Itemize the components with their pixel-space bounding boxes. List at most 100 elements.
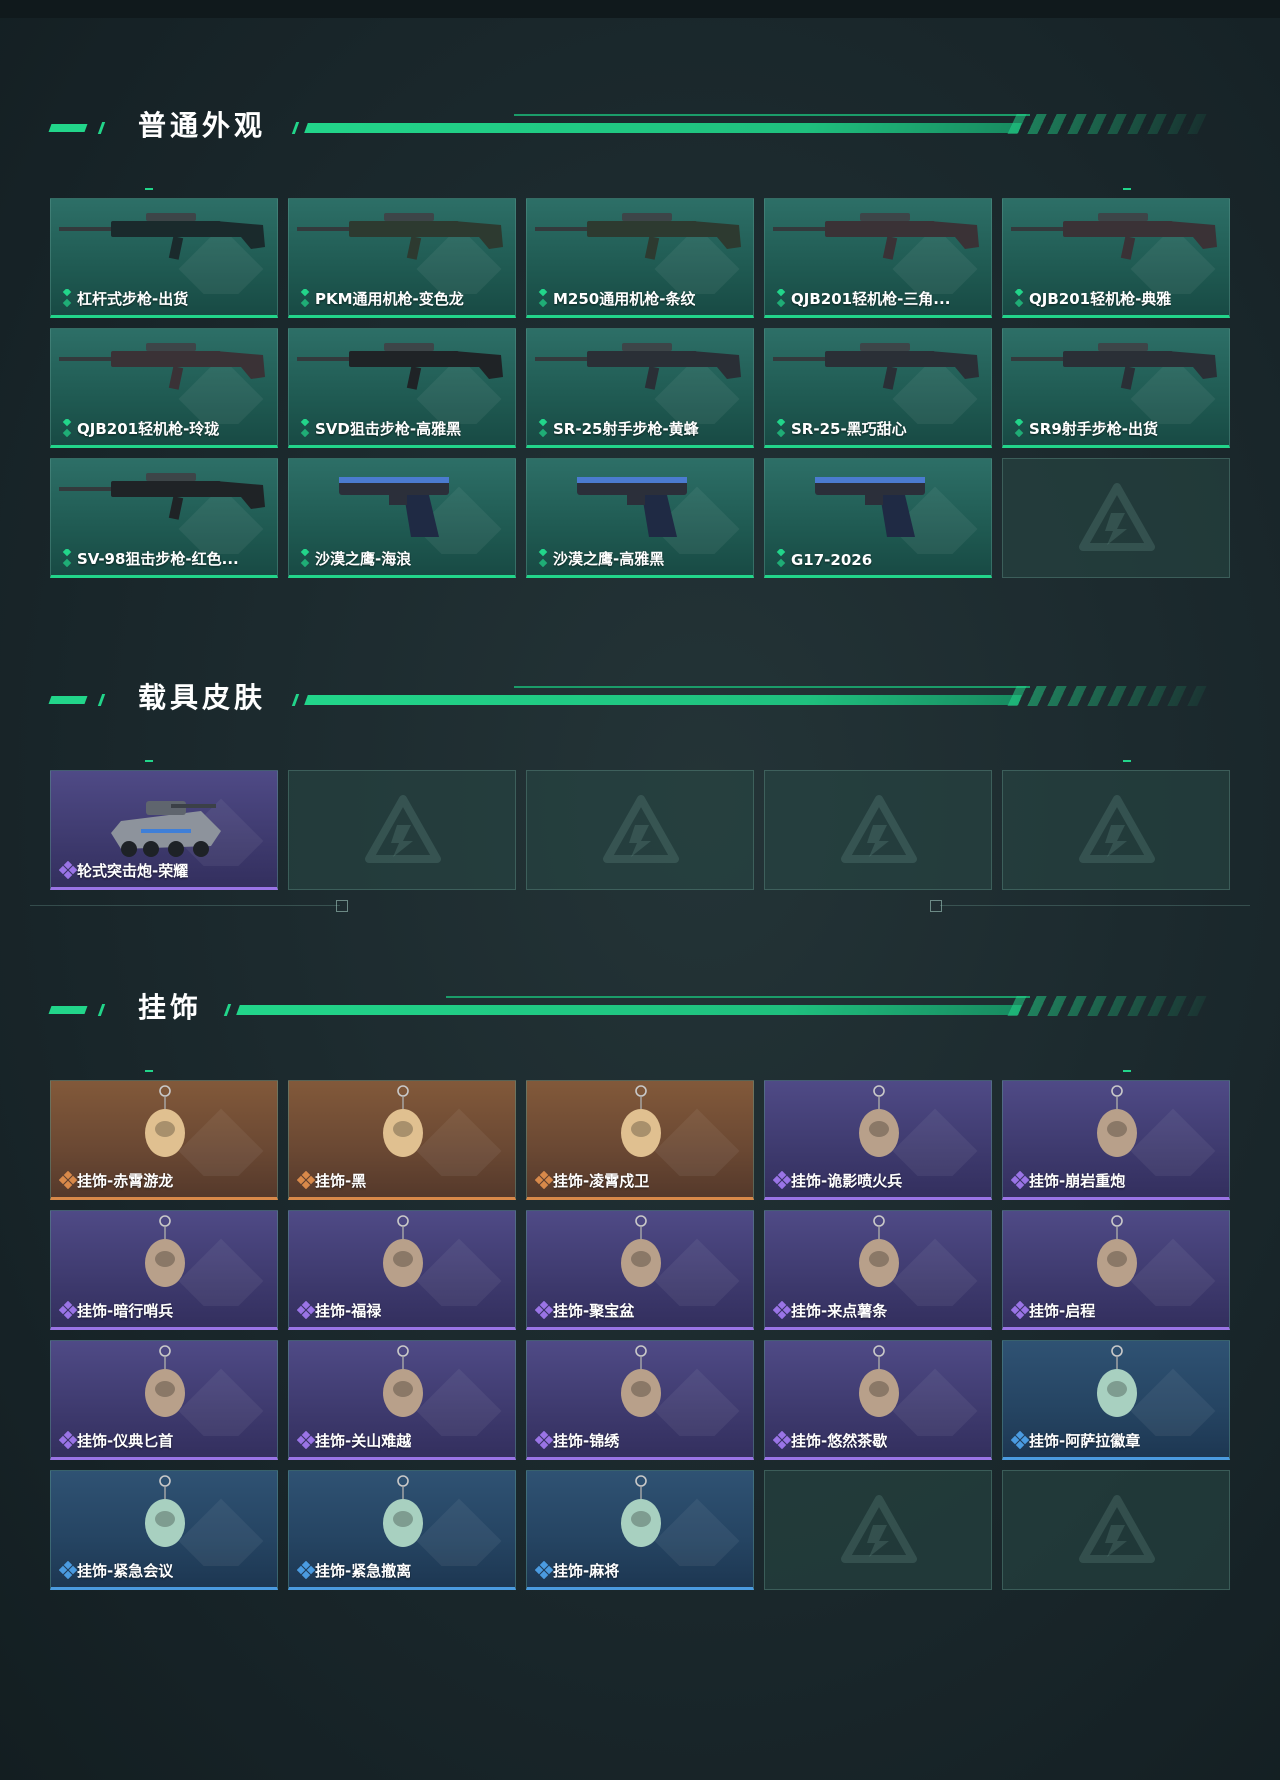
item-card[interactable]: QJB201轻机枪-三角... (764, 198, 992, 318)
skin-collection-page: 普通外观 杠杆式步枪-出货 PKM通用机枪-变色龙 M250通用机枪-条纹 QJB201… (0, 0, 1280, 1780)
item-card[interactable]: SVD狙击步枪-高雅黑 (288, 328, 516, 448)
quality-diamond-icon (300, 289, 310, 307)
quality-diamond-icon (297, 1431, 315, 1449)
item-label: 挂饰-启程 (1029, 1302, 1096, 1320)
sniper-rifle-icon (59, 473, 265, 554)
item-card[interactable]: 挂饰-阿萨拉徽章 (1002, 1340, 1230, 1460)
item-grid: 挂饰-赤霄游龙 挂饰-黑 挂饰-凌霄戍卫 挂饰-诡影喷火兵 挂饰-崩岩重炮挂饰-暗行哨兵… (50, 1080, 1230, 1590)
empty-slot-logo-icon (1079, 795, 1155, 863)
quality-diamond-icon (59, 1561, 77, 1579)
item-card[interactable]: 挂饰-崩岩重炮 (1002, 1080, 1230, 1200)
quality-diamond-icon (300, 549, 310, 567)
quality-diamond-icon (59, 1431, 77, 1449)
item-card[interactable]: 挂饰-凌霄戍卫 (526, 1080, 754, 1200)
empty-slot-logo-icon (1079, 483, 1155, 551)
item-card[interactable]: 挂饰-诡影喷火兵 (764, 1080, 992, 1200)
item-label: 轮式突击炮-荣耀 (77, 862, 189, 880)
item-card[interactable]: 挂饰-锦绣 (526, 1340, 754, 1460)
item-card[interactable]: 沙漠之鹰-海浪 (288, 458, 516, 578)
sniper-rifle-icon (297, 343, 503, 424)
header-accent-tick (97, 1004, 106, 1016)
hud-divider-line (940, 905, 1250, 906)
item-card[interactable]: 挂饰-赤霄游龙 (50, 1080, 278, 1200)
charm-icon (621, 1085, 740, 1176)
quality-diamond-icon (773, 1301, 791, 1319)
light-machine-gun-icon (773, 213, 979, 294)
section-title: 挂饰 (138, 991, 203, 1024)
item-card[interactable]: 杠杆式步枪-出货 (50, 198, 278, 318)
item-card[interactable]: QJB201轻机枪-玲珑 (50, 328, 278, 448)
quality-diamond-icon (300, 419, 310, 437)
item-label: 挂饰-来点薯条 (791, 1302, 888, 1320)
charm-icon (621, 1475, 740, 1566)
header-accent-bar (48, 1006, 88, 1014)
item-card[interactable]: SR9射手步枪-出货 (1002, 328, 1230, 448)
item-label: 挂饰-诡影喷火兵 (791, 1172, 903, 1190)
machine-gun-icon (297, 213, 503, 294)
item-card[interactable]: SR-25射手步枪-黄蜂 (526, 328, 754, 448)
item-card[interactable]: 挂饰-暗行哨兵 (50, 1210, 278, 1330)
item-label: 挂饰-仪典匕首 (77, 1432, 174, 1450)
hud-divider-line (30, 905, 340, 906)
charm-icon (1097, 1345, 1216, 1436)
item-card[interactable]: 挂饰-紧急撤离 (288, 1470, 516, 1590)
item-card[interactable]: 沙漠之鹰-高雅黑 (526, 458, 754, 578)
light-machine-gun-icon (1011, 213, 1217, 294)
item-card[interactable]: 挂饰-紧急会议 (50, 1470, 278, 1590)
grid-corner-mark (1123, 1070, 1131, 1072)
header-thin-line (514, 686, 1030, 688)
item-label: 挂饰-悠然茶歇 (791, 1432, 888, 1450)
item-card[interactable]: 轮式突击炮-荣耀 (50, 770, 278, 890)
section-0: 普通外观 杠杆式步枪-出货 PKM通用机枪-变色龙 M250通用机枪-条纹 QJB201… (48, 98, 1230, 578)
quality-diamond-icon (535, 1561, 553, 1579)
item-card[interactable]: 挂饰-福禄 (288, 1210, 516, 1330)
item-label: 挂饰-阿萨拉徽章 (1029, 1432, 1141, 1450)
header-accent-tick (291, 122, 300, 134)
header-thin-line (514, 114, 1030, 116)
header-accent-bar (48, 124, 88, 132)
item-card[interactable]: 挂饰-启程 (1002, 1210, 1230, 1330)
item-card[interactable]: 挂饰-麻将 (526, 1470, 754, 1590)
quality-diamond-icon (62, 419, 72, 437)
hud-marker-box (336, 900, 348, 912)
item-card[interactable]: 挂饰-来点薯条 (764, 1210, 992, 1330)
charm-icon (145, 1085, 264, 1176)
header-progress-bar (236, 1005, 1022, 1015)
marksman-rifle-icon (535, 343, 741, 424)
quality-diamond-icon (297, 1561, 315, 1579)
empty-slot (764, 1470, 992, 1590)
quality-diamond-icon (773, 1431, 791, 1449)
item-label: SR9射手步枪-出货 (1029, 420, 1159, 438)
item-card[interactable]: SR-25-黑巧甜心 (764, 328, 992, 448)
quality-diamond-icon (538, 549, 548, 567)
armored-vehicle-icon (111, 798, 264, 866)
quality-diamond-icon (59, 1301, 77, 1319)
quality-diamond-icon (59, 1171, 77, 1189)
item-label: 沙漠之鹰-海浪 (315, 550, 412, 568)
item-label: QJB201轻机枪-玲珑 (77, 420, 220, 438)
item-card[interactable]: G17-2026 (764, 458, 992, 578)
empty-slot-logo-icon (365, 795, 441, 863)
item-label: QJB201轻机枪-典雅 (1029, 290, 1172, 308)
charm-icon (621, 1215, 740, 1306)
item-card[interactable]: SV-98狙击步枪-红色... (50, 458, 278, 578)
item-label: 挂饰-福禄 (315, 1302, 382, 1320)
item-card[interactable]: 挂饰-聚宝盆 (526, 1210, 754, 1330)
item-label: 挂饰-聚宝盆 (553, 1302, 635, 1320)
item-card[interactable]: M250通用机枪-条纹 (526, 198, 754, 318)
item-card[interactable]: 挂饰-黑 (288, 1080, 516, 1200)
item-card[interactable]: 挂饰-悠然茶歇 (764, 1340, 992, 1460)
header-accent-tick (291, 694, 300, 706)
lever-rifle-icon (59, 213, 265, 294)
item-card[interactable]: 挂饰-关山难越 (288, 1340, 516, 1460)
item-card[interactable]: QJB201轻机枪-典雅 (1002, 198, 1230, 318)
charm-icon (383, 1215, 502, 1306)
top-strip (0, 0, 1280, 18)
item-card[interactable]: 挂饰-仪典匕首 (50, 1340, 278, 1460)
grid-corner-mark (145, 760, 153, 762)
item-grid: 杠杆式步枪-出货 PKM通用机枪-变色龙 M250通用机枪-条纹 QJB201轻机枪-… (50, 198, 1230, 578)
quality-diamond-icon (297, 1171, 315, 1189)
grid-corner-mark (145, 188, 153, 190)
item-label: 挂饰-紧急撤离 (315, 1562, 412, 1580)
item-card[interactable]: PKM通用机枪-变色龙 (288, 198, 516, 318)
